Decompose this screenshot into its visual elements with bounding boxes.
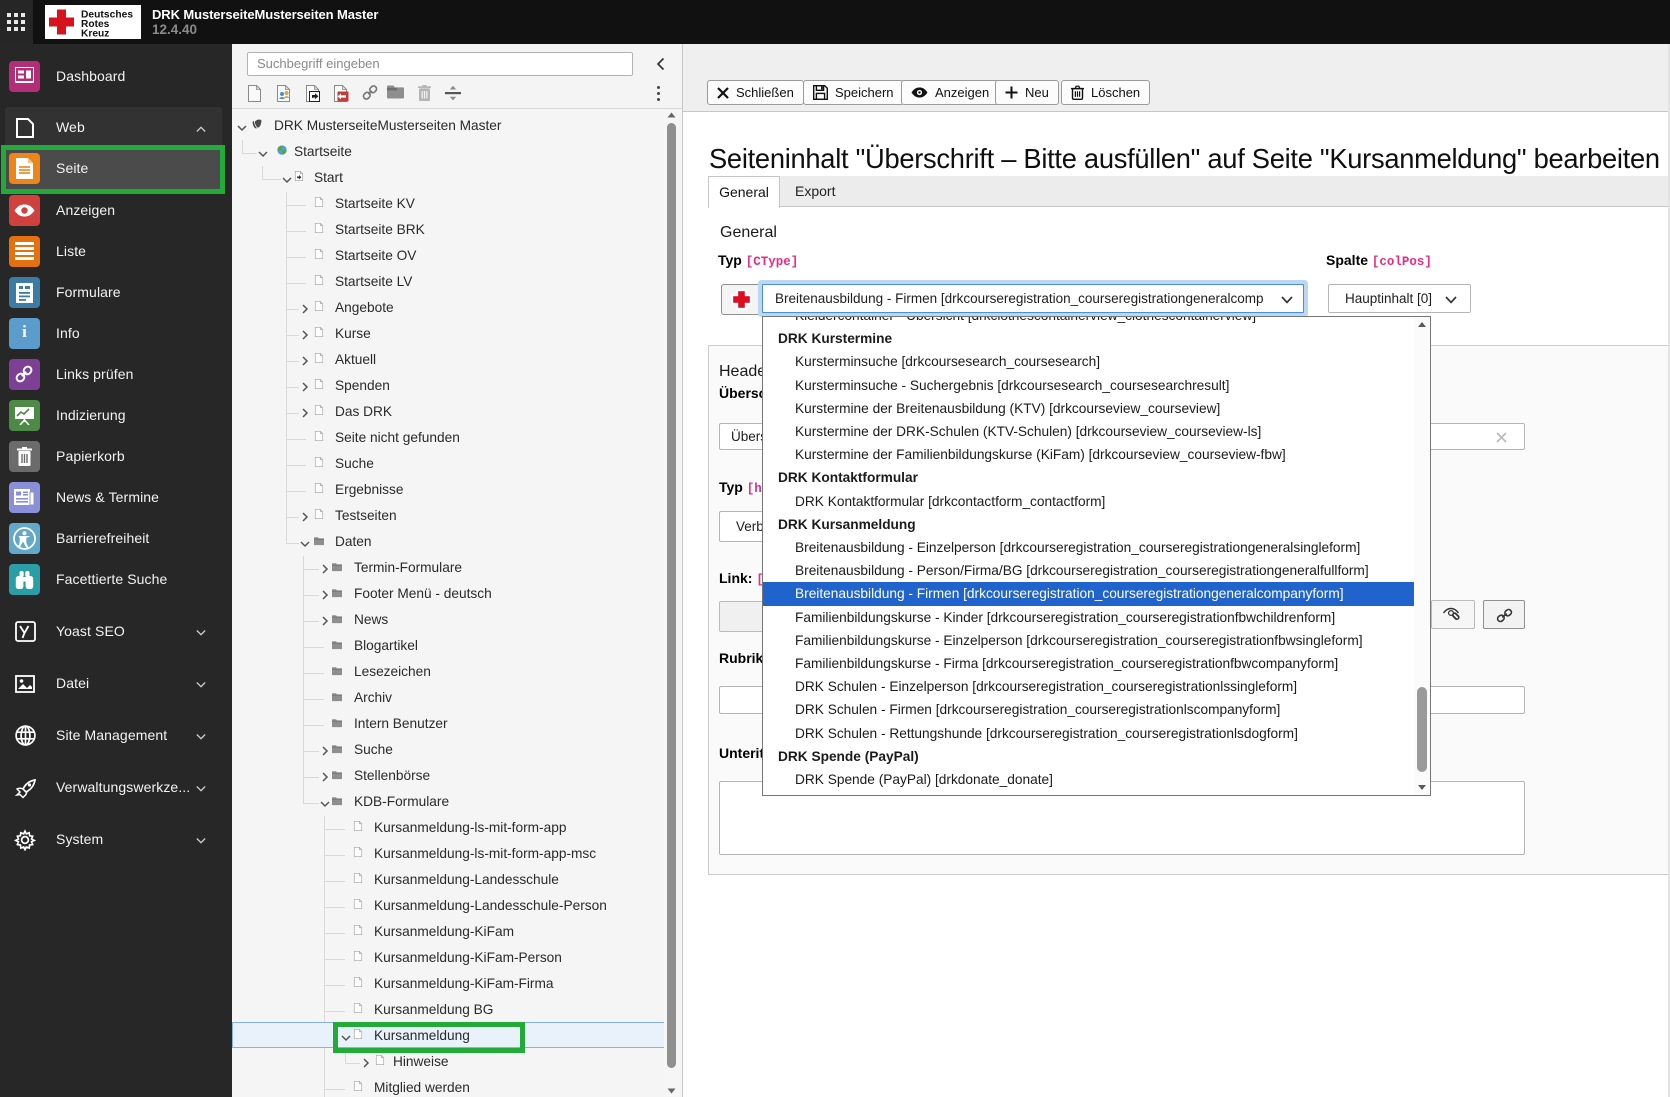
svg-text:Kreuz: Kreuz [81, 29, 109, 40]
